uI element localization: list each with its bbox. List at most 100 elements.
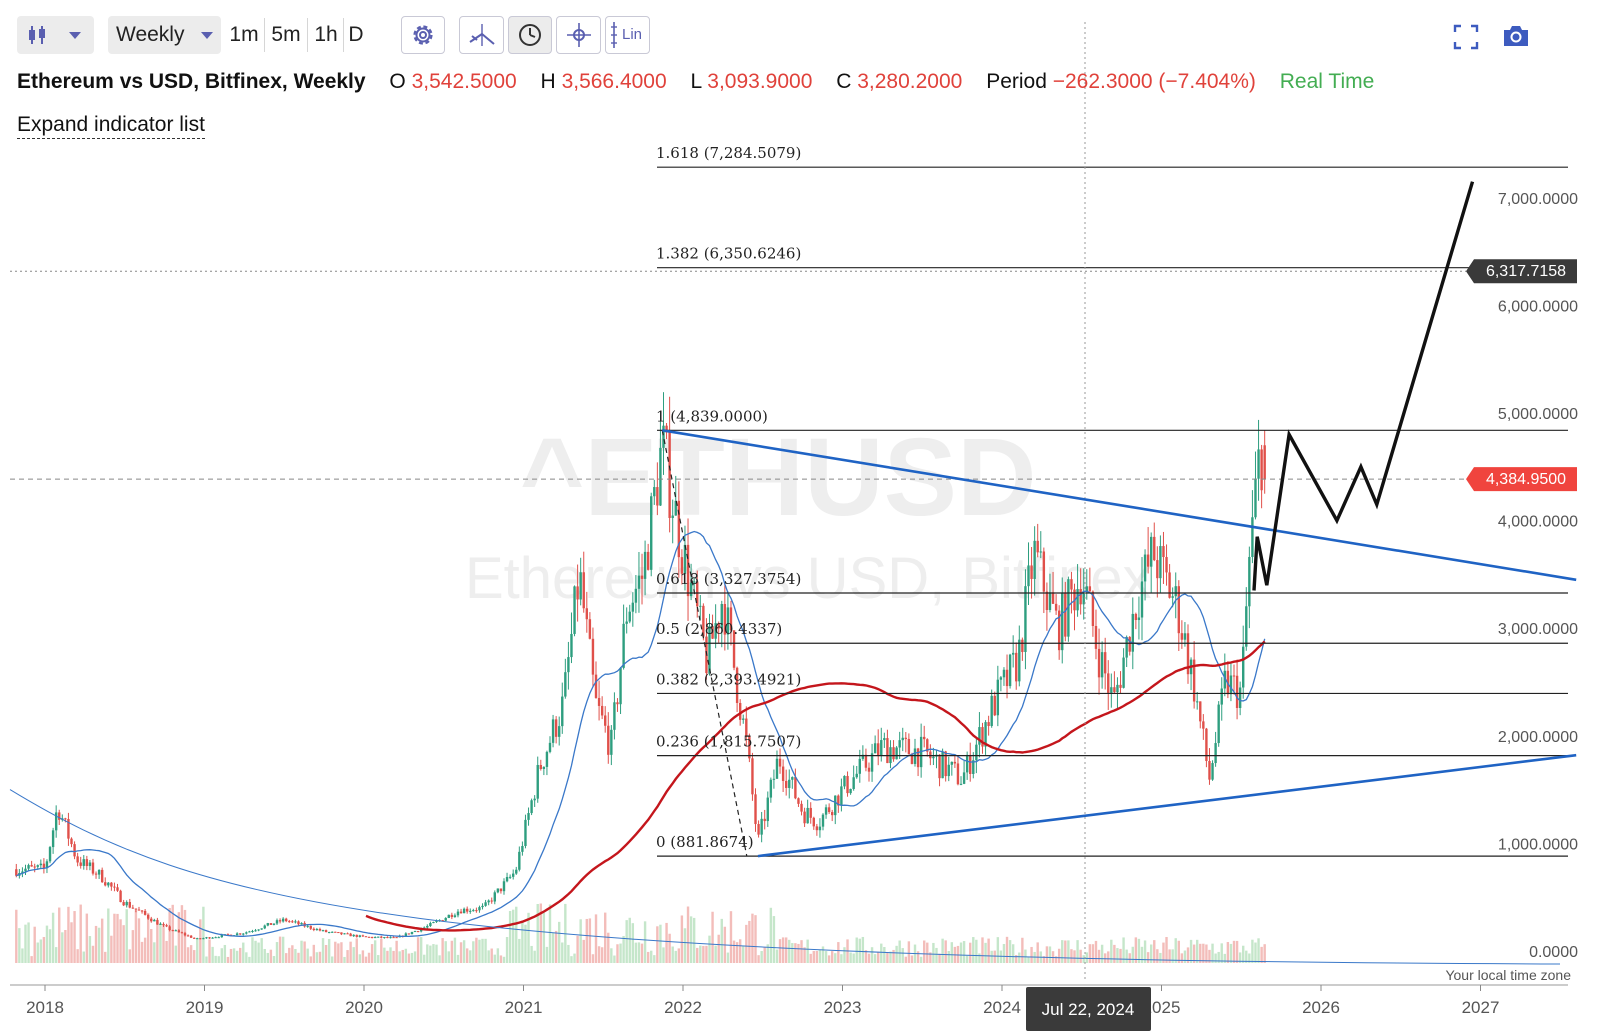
realtime-label: Real Time <box>1279 70 1375 93</box>
candle-body <box>91 862 95 874</box>
lin-scale-icon <box>611 22 617 48</box>
volume-bar <box>505 937 509 963</box>
candle-body <box>493 892 496 902</box>
linear-scale-button[interactable]: Lin <box>605 16 650 54</box>
volume-bar <box>1128 953 1131 963</box>
candle-body <box>830 812 834 816</box>
volume-bar <box>1116 948 1119 963</box>
candle-body <box>21 871 24 874</box>
interval-d[interactable]: D <box>345 16 367 54</box>
candle-body <box>162 923 165 926</box>
volume-bar <box>849 952 852 963</box>
volume-bar <box>1214 953 1217 963</box>
candle-body <box>726 607 730 635</box>
volume-bar <box>781 937 785 963</box>
volume-bar <box>1131 946 1134 963</box>
volume-bar <box>864 950 868 963</box>
crosshair-date-text: Jul 22, 2024 <box>1042 1000 1135 1019</box>
candle-body <box>146 914 150 919</box>
volume-bar <box>257 942 260 963</box>
x-tick-label: 2025 <box>1143 998 1181 1017</box>
interval-1h[interactable]: 1h <box>309 16 343 54</box>
volume-bar <box>926 942 929 963</box>
volume-bar <box>392 950 395 963</box>
volume-bar <box>426 944 429 963</box>
candle-body <box>67 819 70 839</box>
volume-bar <box>85 913 89 963</box>
candle-body <box>680 557 684 574</box>
volume-bar <box>668 933 671 963</box>
fullscreen-button[interactable] <box>1453 24 1479 50</box>
candle-body <box>748 736 751 759</box>
candle-body <box>778 758 782 767</box>
candle-body <box>272 923 276 925</box>
candle-body <box>1208 760 1211 780</box>
volume-bar <box>929 952 932 963</box>
candle-body <box>619 667 622 705</box>
volume-bar <box>346 950 349 963</box>
candle-body <box>554 719 558 737</box>
volume-bar <box>852 953 855 963</box>
volume-bar <box>901 948 904 963</box>
volume-bar <box>242 942 245 963</box>
draw-tool-button[interactable] <box>459 16 504 54</box>
candle-body <box>978 727 981 745</box>
volume-bar <box>1005 936 1009 963</box>
settings-button[interactable] <box>401 16 445 54</box>
candle-body <box>926 739 929 752</box>
candle-body <box>370 936 374 938</box>
price-chart[interactable]: ^ETHUSD Ethereum vs USD, Bitfinex 1.618 … <box>0 0 1600 1036</box>
candle-body <box>745 718 748 737</box>
candle-body <box>714 623 717 639</box>
candle-body <box>941 751 944 779</box>
candle-body <box>459 911 463 914</box>
volume-bar <box>1039 951 1042 963</box>
volume-bar <box>938 953 941 963</box>
volume-bar <box>895 945 898 963</box>
candle-body <box>527 813 530 820</box>
candle-body <box>45 861 49 869</box>
screenshot-button[interactable] <box>1501 22 1531 50</box>
volume-bar <box>315 952 319 963</box>
volume-bar <box>300 940 303 963</box>
volume-bar <box>1011 944 1015 963</box>
volume-bar <box>324 944 328 963</box>
candle-body <box>88 862 92 867</box>
expand-indicator-list-link[interactable]: Expand indicator list <box>17 113 205 139</box>
candle-body <box>1070 579 1073 590</box>
volume-bar <box>229 948 233 963</box>
volume-bar <box>42 936 46 963</box>
candle-body <box>1042 551 1046 592</box>
volume-bar <box>1002 943 1006 963</box>
volume-bar <box>226 956 230 963</box>
timeframe-dropdown[interactable]: Weekly <box>108 16 221 54</box>
candle-body <box>1248 556 1251 607</box>
volume-bar <box>653 955 656 963</box>
candle-body <box>285 918 288 922</box>
volume-bar <box>1122 937 1125 963</box>
volume-bar <box>1183 950 1187 963</box>
crosshair-button[interactable] <box>556 16 601 54</box>
volume-bar <box>211 946 214 963</box>
volume-average-line <box>9 789 1561 965</box>
candle-body <box>107 882 110 886</box>
volume-bar <box>1088 944 1092 963</box>
candle-body <box>263 925 266 929</box>
candle-body <box>18 873 21 876</box>
volume-bar <box>502 956 506 963</box>
candle-body <box>1088 586 1092 592</box>
candle-body <box>536 764 539 799</box>
candle-body <box>597 697 601 706</box>
candle-body <box>772 778 776 780</box>
clock-button[interactable] <box>508 16 552 54</box>
volume-bar <box>88 936 92 963</box>
interval-5m[interactable]: 5m <box>267 16 305 54</box>
volume-bar <box>775 949 779 963</box>
candle-body <box>858 758 861 774</box>
interval-1m[interactable]: 1m <box>226 16 262 54</box>
candle-body <box>150 918 153 922</box>
volume-bar <box>993 950 996 963</box>
chart-type-selector[interactable] <box>17 16 94 54</box>
candle-body <box>217 937 220 939</box>
volume-bar <box>435 944 438 963</box>
